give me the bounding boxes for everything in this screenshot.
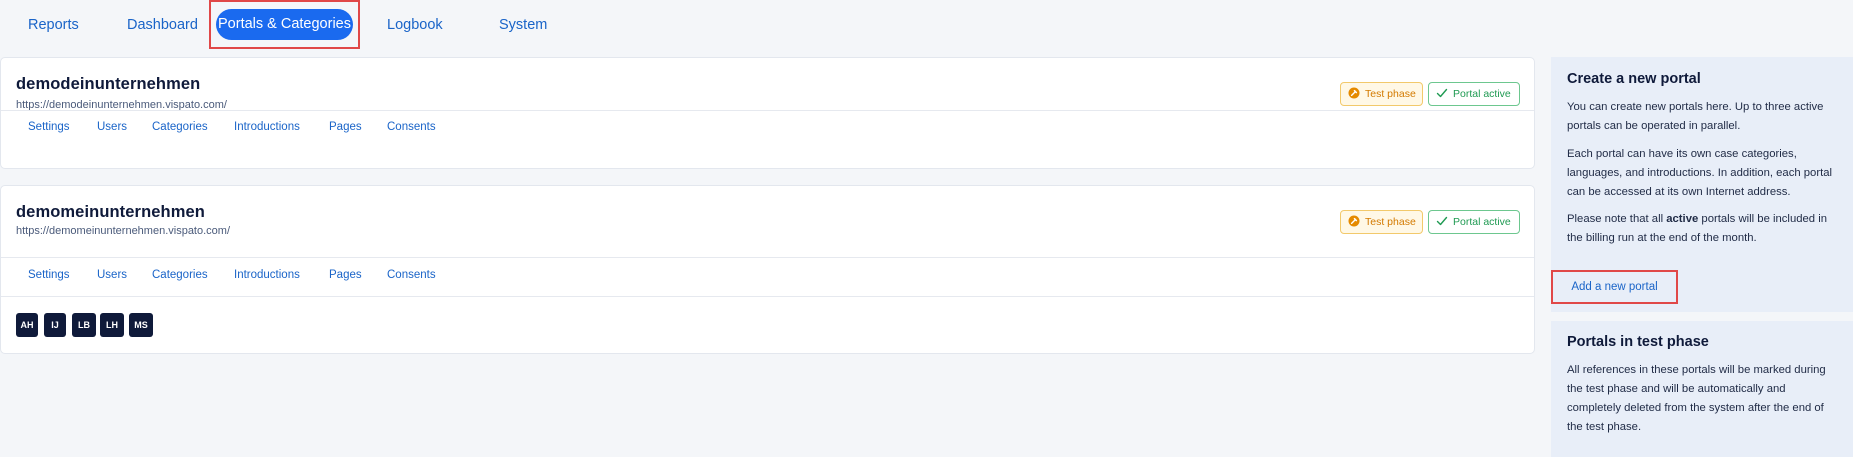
link-users[interactable]: Users (97, 269, 127, 281)
portal-url[interactable]: https://demomeinunternehmen.vispato.com/ (16, 225, 230, 237)
divider (1, 110, 1534, 111)
panel-title: Create a new portal (1567, 71, 1701, 87)
link-categories[interactable]: Categories (152, 269, 208, 281)
link-users[interactable]: Users (97, 121, 127, 133)
tab-logbook[interactable]: Logbook (387, 0, 443, 50)
link-pages[interactable]: Pages (329, 269, 362, 281)
test-phase-icon (1348, 213, 1360, 227)
link-consents[interactable]: Consents (387, 269, 436, 281)
link-introductions[interactable]: Introductions (234, 269, 300, 281)
check-icon (1436, 85, 1448, 98)
billing-note-start: Please note that all (1567, 213, 1667, 225)
portal-active-badge: Portal active (1428, 82, 1520, 106)
portal-active-badge: Portal active (1428, 210, 1520, 234)
panel-text: All references in these portals will be … (1567, 364, 1826, 433)
billing-note-emphasis: active (1666, 213, 1699, 225)
test-phase-label: Test phase (1365, 216, 1416, 228)
avatar[interactable]: LH (100, 313, 124, 337)
portal-card: demomeinunternehmen https://demomeinunte… (0, 185, 1535, 354)
main-navigation: Reports Dashboard Portals & Categories L… (0, 0, 1853, 50)
link-settings[interactable]: Settings (28, 121, 70, 133)
panel-title: Portals in test phase (1567, 334, 1709, 350)
avatar[interactable]: MS (129, 313, 153, 337)
tab-reports[interactable]: Reports (28, 0, 79, 50)
panel-text: Each portal can have its own case catego… (1567, 148, 1833, 198)
link-settings[interactable]: Settings (28, 269, 70, 281)
link-categories[interactable]: Categories (152, 121, 208, 133)
add-new-portal-button[interactable]: Add a new portal (1556, 275, 1673, 299)
link-pages[interactable]: Pages (329, 121, 362, 133)
test-phase-icon (1348, 85, 1360, 99)
avatar[interactable]: AH (16, 313, 38, 337)
portal-active-label: Portal active (1453, 88, 1511, 100)
test-phase-panel: Portals in test phase All references in … (1551, 321, 1853, 457)
tab-portals-and-categories[interactable]: Portals & Categories (216, 9, 353, 40)
portal-active-label: Portal active (1453, 216, 1511, 228)
portal-name: demomeinunternehmen (16, 203, 205, 221)
add-portal-highlight: Add a new portal (1551, 270, 1678, 304)
link-consents[interactable]: Consents (387, 121, 436, 133)
active-tab-highlight: Portals & Categories (209, 0, 360, 49)
divider (1, 257, 1534, 258)
panel-text: Please note that all active portals will… (1567, 210, 1837, 248)
check-icon (1436, 213, 1448, 226)
avatar[interactable]: LB (72, 313, 96, 337)
portal-card: demodeinunternehmen https://demodeinunte… (0, 57, 1535, 169)
tab-dashboard[interactable]: Dashboard (127, 0, 198, 50)
link-introductions[interactable]: Introductions (234, 121, 300, 133)
test-phase-badge: Test phase (1340, 82, 1423, 106)
test-phase-badge: Test phase (1340, 210, 1423, 234)
tab-system[interactable]: System (499, 0, 547, 50)
divider (1, 296, 1534, 297)
avatar[interactable]: IJ (44, 313, 66, 337)
test-phase-label: Test phase (1365, 88, 1416, 100)
portal-name: demodeinunternehmen (16, 75, 201, 93)
panel-text: You can create new portals here. Up to t… (1567, 101, 1824, 132)
